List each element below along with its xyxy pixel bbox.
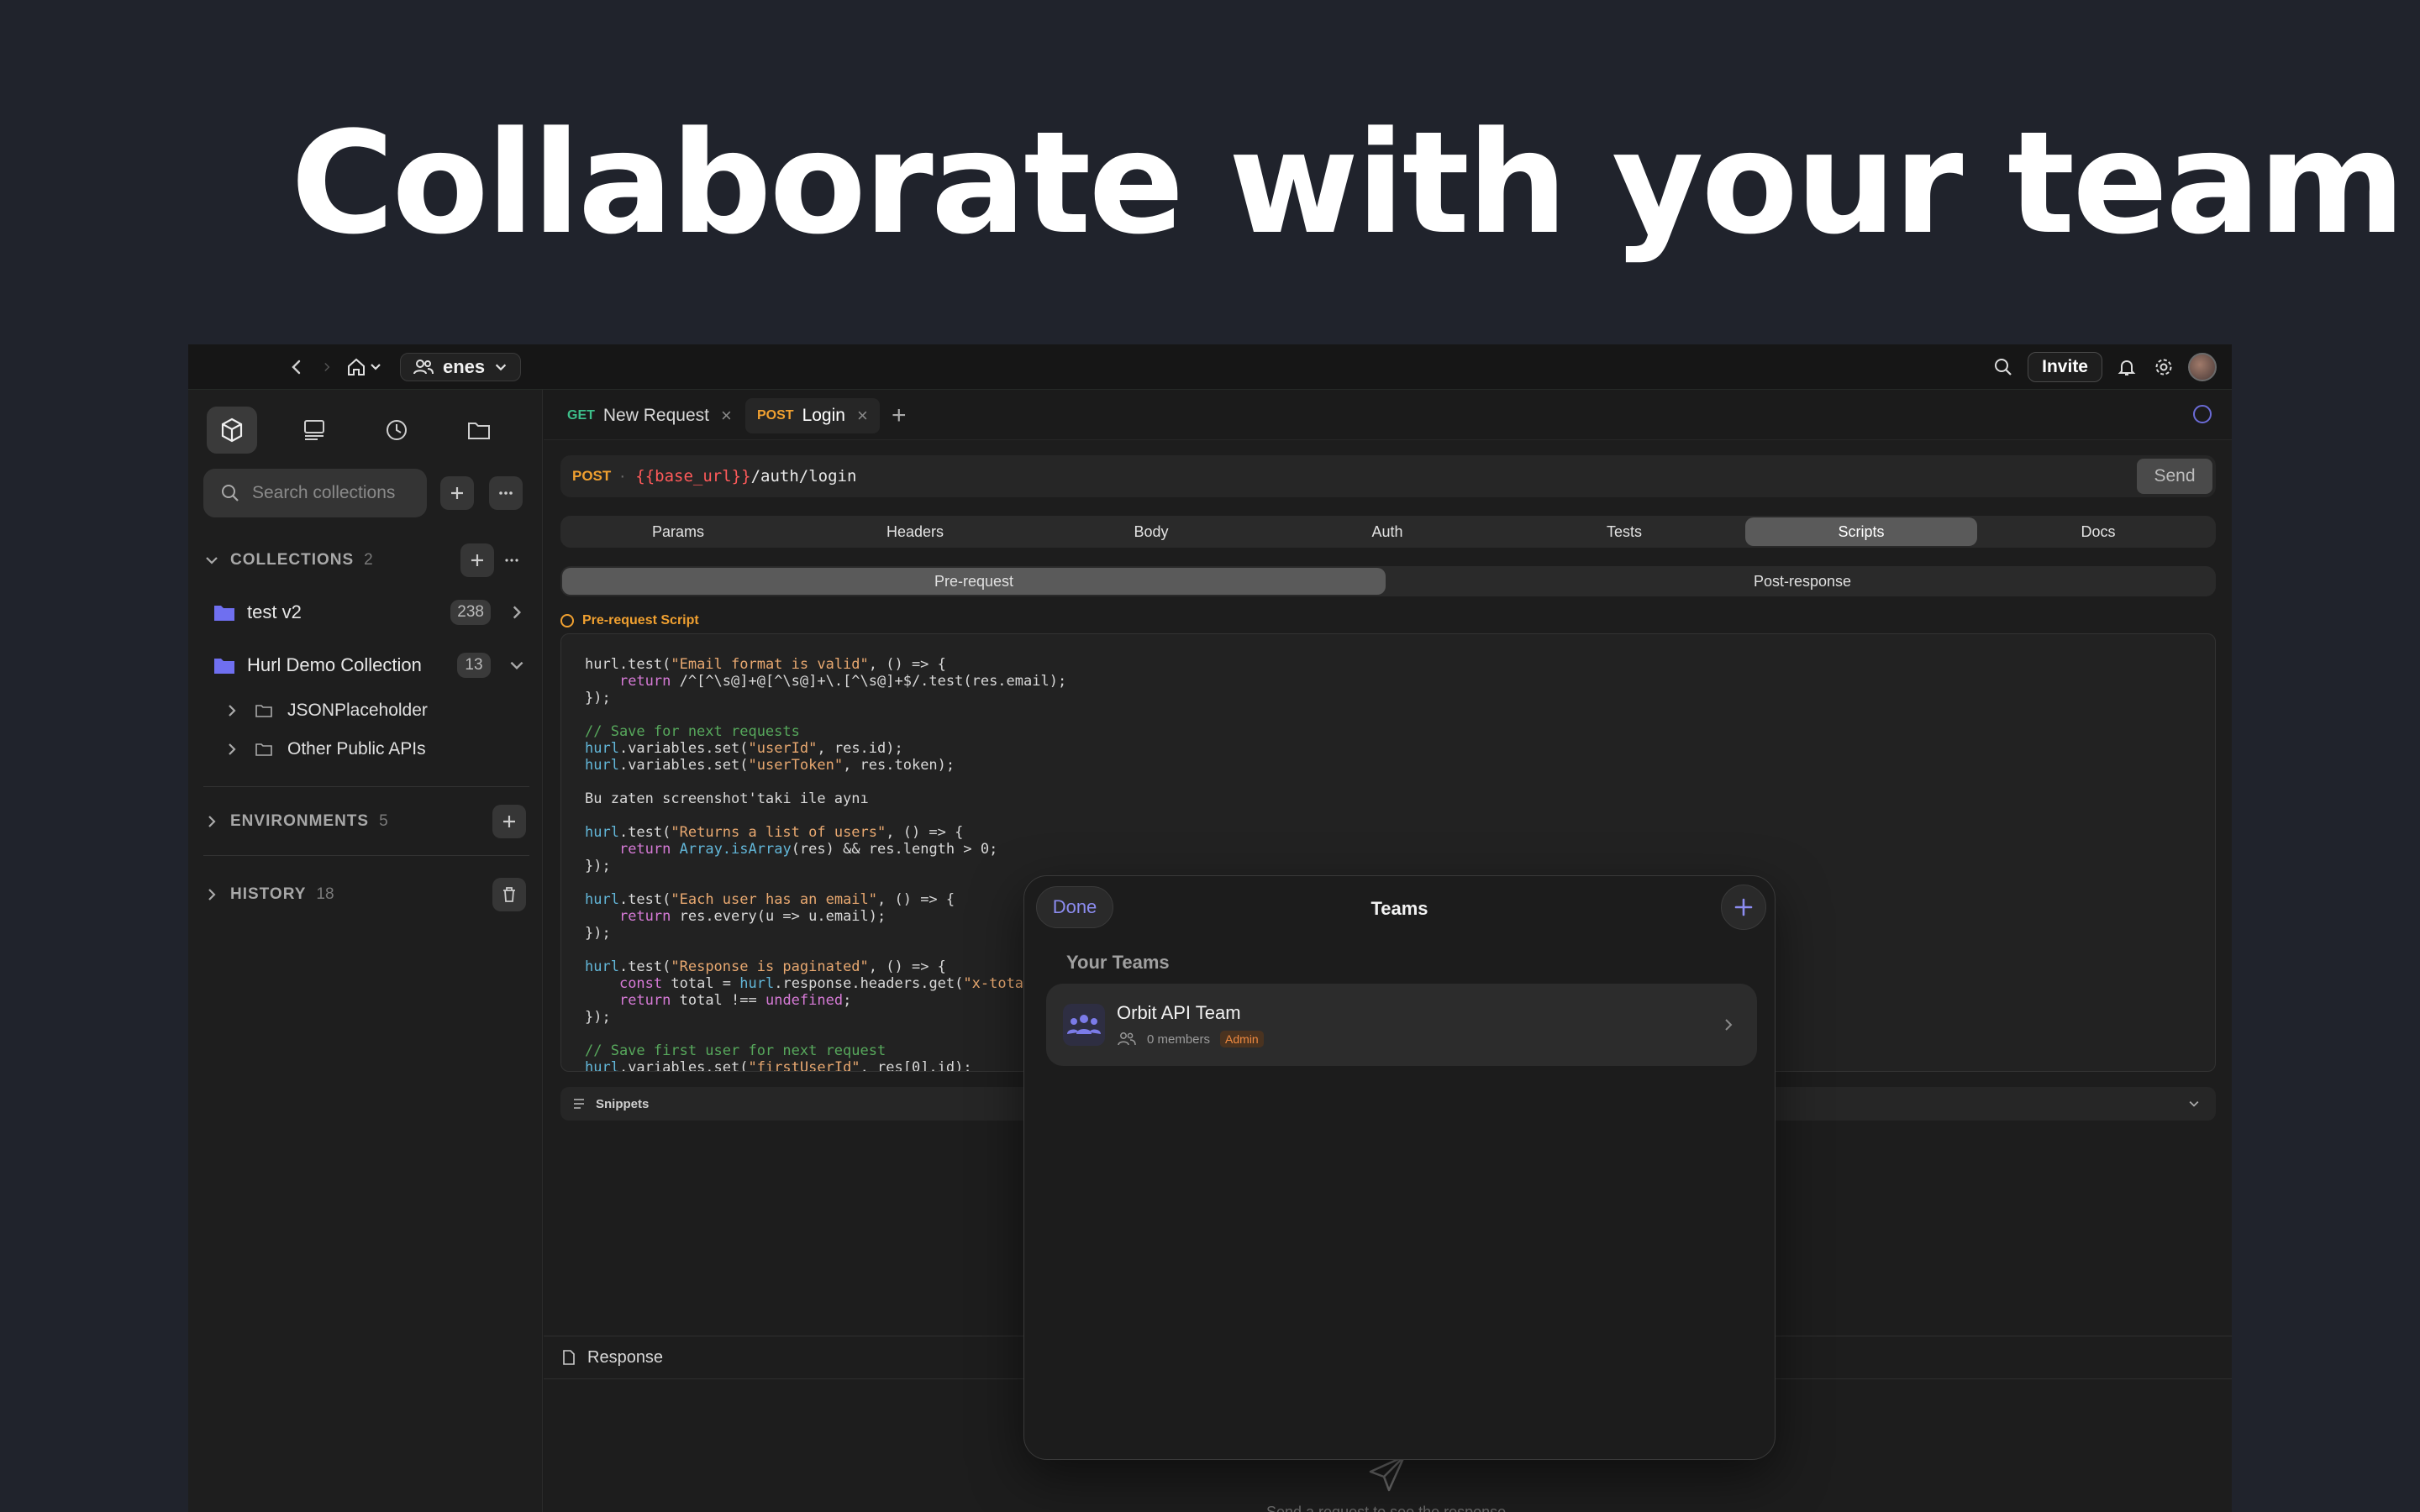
tab-post-response[interactable]: Post-response bbox=[1391, 568, 2214, 595]
folder-icon bbox=[214, 659, 234, 674]
gear-icon[interactable] bbox=[2151, 354, 2176, 380]
search-collections[interactable] bbox=[203, 469, 427, 517]
add-environment-button[interactable] bbox=[492, 805, 526, 838]
sidebar: COLLECTIONS 2 test v2 238 Hurl Demo Coll… bbox=[188, 390, 543, 1512]
modal-title: Teams bbox=[1370, 898, 1428, 919]
trash-icon bbox=[503, 887, 515, 902]
send-button[interactable]: Send bbox=[2137, 459, 2212, 494]
folder-item[interactable]: Other Public APIs bbox=[224, 734, 426, 764]
url-path: /auth/login bbox=[750, 467, 857, 486]
bell-icon[interactable] bbox=[2114, 354, 2139, 380]
collection-item[interactable]: Hurl Demo Collection 13 bbox=[213, 648, 533, 682]
folder-outline-icon bbox=[255, 743, 272, 756]
collection-count-badge: 238 bbox=[450, 600, 491, 625]
new-tab-plus-icon[interactable]: + bbox=[892, 402, 907, 430]
snippets-icon bbox=[574, 1099, 584, 1109]
top-bar: enes Invite bbox=[188, 344, 2232, 390]
chevron-right-icon bbox=[1725, 1019, 1733, 1031]
request-tabbar: GET New Request × POST Login × + bbox=[544, 390, 2232, 440]
plus-icon bbox=[503, 816, 515, 827]
request-sections: Params Headers Body Auth Tests Scripts D… bbox=[560, 516, 2216, 548]
search-icon bbox=[222, 485, 239, 501]
member-count: 0 members bbox=[1147, 1032, 1211, 1047]
headline: Collaborate with your team bbox=[291, 101, 2406, 265]
team-row[interactable]: Orbit API Team 0 members Admin bbox=[1046, 984, 1757, 1066]
collection-item[interactable]: test v2 238 bbox=[213, 596, 533, 629]
workspace-selector[interactable]: enes bbox=[400, 353, 522, 381]
url-variable: {{base_url}} bbox=[635, 467, 751, 486]
history-header[interactable]: HISTORY 18 bbox=[203, 885, 334, 904]
files-tab-icon[interactable] bbox=[454, 407, 504, 454]
clear-history-button[interactable] bbox=[492, 878, 526, 911]
users-icon bbox=[413, 360, 434, 375]
history-tab-icon[interactable] bbox=[371, 407, 422, 454]
close-icon[interactable]: × bbox=[857, 405, 868, 427]
tab-params[interactable]: Params bbox=[562, 517, 794, 546]
forward-icon[interactable] bbox=[321, 354, 333, 380]
environments-header[interactable]: ENVIRONMENTS 5 bbox=[203, 812, 388, 831]
chevron-right-icon bbox=[229, 705, 236, 717]
search-input[interactable] bbox=[252, 483, 420, 503]
teams-modal: Done Teams Your Teams Orbit API Team 0 m… bbox=[1023, 875, 1776, 1460]
team-name: Orbit API Team bbox=[1117, 1002, 1241, 1023]
invite-button[interactable]: Invite bbox=[2028, 352, 2102, 382]
add-team-button[interactable] bbox=[1721, 885, 1766, 930]
home-icon[interactable] bbox=[345, 354, 388, 380]
close-icon[interactable]: × bbox=[721, 405, 732, 427]
chevron-down-icon bbox=[206, 557, 218, 564]
avatar[interactable] bbox=[2188, 353, 2217, 381]
folder-icon bbox=[214, 606, 234, 621]
team-icon bbox=[1063, 1004, 1105, 1046]
collections-tab-icon[interactable] bbox=[207, 407, 257, 454]
divider bbox=[203, 786, 529, 787]
document-icon bbox=[563, 1350, 575, 1365]
role-badge: Admin bbox=[1220, 1031, 1264, 1047]
collection-count-badge: 13 bbox=[457, 653, 491, 678]
search-icon[interactable] bbox=[1991, 354, 2016, 380]
tab-tests[interactable]: Tests bbox=[1508, 517, 1740, 546]
environments-tab-icon[interactable] bbox=[289, 407, 339, 454]
app-window: enes Invite Search collections COLLECTIO… bbox=[188, 344, 2232, 1512]
more-options-button[interactable] bbox=[489, 476, 523, 510]
chevron-down-icon bbox=[510, 661, 523, 670]
add-collection-button[interactable] bbox=[440, 476, 474, 510]
tab-headers[interactable]: Headers bbox=[799, 517, 1031, 546]
request-tab[interactable]: GET New Request × bbox=[555, 398, 744, 433]
plus-icon bbox=[451, 487, 463, 499]
divider bbox=[203, 855, 529, 856]
circle-icon bbox=[560, 614, 574, 627]
collections-more-icon[interactable] bbox=[499, 548, 524, 573]
add-collection-small-button[interactable] bbox=[460, 543, 494, 577]
url-method[interactable]: POST bbox=[572, 468, 611, 485]
your-teams-label: Your Teams bbox=[1066, 952, 1170, 973]
chevron-right-icon bbox=[229, 743, 236, 755]
tab-pre-request[interactable]: Pre-request bbox=[562, 568, 1386, 595]
tab-docs[interactable]: Docs bbox=[1982, 517, 2214, 546]
pre-request-label: Pre-request Script bbox=[560, 613, 699, 628]
request-tab-active[interactable]: POST Login × bbox=[745, 398, 880, 433]
workspace-name: enes bbox=[443, 356, 486, 377]
url-bar[interactable]: POST · {{base_url}} /auth/login Send bbox=[560, 455, 2216, 497]
tab-scripts[interactable]: Scripts bbox=[1745, 517, 1977, 546]
chevron-down-icon bbox=[2189, 1100, 2199, 1107]
tab-body[interactable]: Body bbox=[1035, 517, 1267, 546]
back-icon[interactable] bbox=[284, 354, 309, 380]
plus-icon bbox=[471, 554, 483, 566]
collections-header[interactable]: COLLECTIONS 2 bbox=[203, 551, 373, 570]
script-type-switch: Pre-request Post-response bbox=[560, 566, 2216, 596]
plus-icon bbox=[1734, 898, 1753, 916]
tab-auth[interactable]: Auth bbox=[1271, 517, 1503, 546]
folder-outline-icon bbox=[255, 705, 272, 717]
users-icon bbox=[1118, 1032, 1136, 1046]
chevron-right-icon bbox=[208, 889, 216, 900]
ellipsis-icon bbox=[499, 491, 513, 495]
chevron-right-icon bbox=[513, 606, 522, 619]
status-ring-icon[interactable] bbox=[2193, 405, 2212, 423]
folder-item[interactable]: JSONPlaceholder bbox=[224, 696, 428, 726]
response-hint: Send a request to see the response bbox=[1266, 1504, 1507, 1512]
chevron-down-icon bbox=[495, 364, 507, 371]
chevron-right-icon bbox=[208, 816, 216, 827]
